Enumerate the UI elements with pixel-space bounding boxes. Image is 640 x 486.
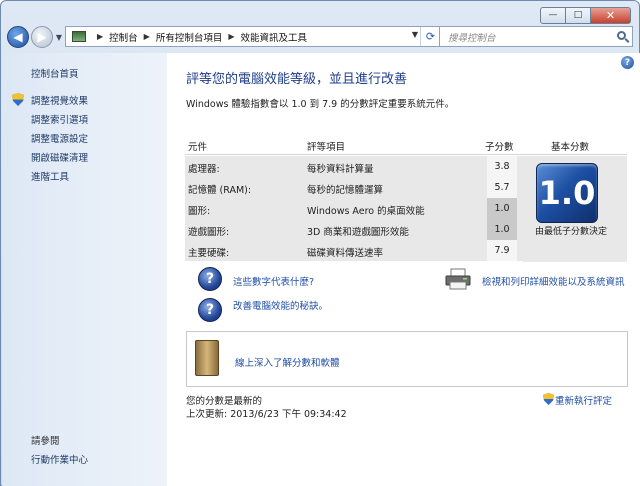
sidebar-item-advanced-tools[interactable]: 進階工具 (31, 169, 69, 183)
row-subscore: 3.8 (487, 156, 517, 177)
row-item: Windows Aero 的桌面效能 (307, 206, 425, 217)
what-numbers-mean-link[interactable]: 這些數字代表什麼? (233, 274, 314, 288)
breadcrumb-all-items[interactable]: 所有控制台項目 (156, 30, 223, 44)
address-bar[interactable]: ▶ 控制台 ▶ 所有控制台項目 ▶ 效能資訊及工具 ▼ ⟳ (65, 26, 441, 47)
row-item: 每秒資料計算量 (307, 164, 374, 175)
row-component: 主要硬碟: (188, 248, 230, 259)
learn-online-link[interactable]: 線上深入了解分數和軟體 (235, 355, 340, 369)
back-arrow-icon: ◀ (13, 30, 23, 44)
main-content: ? 評等您的電腦效能等級，並且進行改善 Windows 體驗指數會以 1.0 到… (167, 53, 640, 486)
sidebar-item-power[interactable]: 調整電源設定 (31, 131, 88, 145)
sidebar-action-center-link[interactable]: 行動作業中心 (31, 452, 88, 466)
improve-tips-link[interactable]: 改善電腦效能的秘訣。 (233, 298, 328, 312)
sidebar: 控制台首頁 調整視覺效果 調整索引選項 調整電源設定 開啟磁碟清理 進階工具 請… (2, 53, 167, 486)
breadcrumb-performance[interactable]: 效能資訊及工具 (241, 30, 308, 44)
question-icon: ? (198, 298, 222, 322)
see-also-heading: 請參閱 (31, 436, 60, 447)
row-component: 處理器: (188, 164, 220, 175)
chevron-right-icon[interactable]: ▶ (228, 32, 234, 41)
sidebar-home-link[interactable]: 控制台首頁 (31, 66, 79, 80)
forward-arrow-icon: ▶ (37, 30, 47, 44)
breadcrumb-control-panel[interactable]: 控制台 (109, 30, 138, 44)
question-icon: ? (198, 267, 222, 291)
row-subscore: 1.0 (487, 198, 517, 219)
search-input[interactable]: 搜尋控制台 (439, 26, 633, 47)
forward-button[interactable]: ▶ (31, 26, 53, 48)
software-box-icon (195, 340, 219, 376)
row-component: 遊戲圖形: (188, 227, 230, 238)
page-title: 評等您的電腦效能等級，並且進行改善 (186, 72, 408, 87)
row-component: 記憶體 (RAM): (188, 185, 252, 196)
header-item: 評等項目 (307, 142, 346, 153)
rerun-label: 重新執行評定 (555, 396, 613, 407)
refresh-icon: ⟳ (425, 30, 436, 43)
base-score-caption: 由最低子分數決定 (534, 227, 607, 237)
base-score-badge: 1.0 (536, 163, 598, 223)
address-dropdown-icon[interactable]: ▼ (412, 30, 418, 39)
refresh-button[interactable]: ⟳ (420, 27, 440, 46)
help-icon[interactable]: ? (621, 56, 634, 69)
navigation-bar: ◀ ▶ ▼ ▶ 控制台 ▶ 所有控制台項目 ▶ 效能資訊及工具 ▼ ⟳ 搜尋控制… (7, 24, 633, 50)
uac-shield-icon (543, 393, 554, 405)
back-button[interactable]: ◀ (7, 26, 29, 48)
row-subscore: 1.0 (487, 219, 517, 240)
uac-shield-icon (12, 93, 24, 106)
row-subscore: 7.9 (487, 240, 517, 261)
chevron-right-icon[interactable]: ▶ (144, 32, 150, 41)
rerun-assessment-link[interactable]: 重新執行評定 (543, 393, 613, 407)
close-button[interactable]: ✕ (591, 7, 631, 24)
printer-icon (445, 268, 471, 290)
table-header: 元件 評等項目 子分數 基本分數 (185, 133, 627, 155)
header-component: 元件 (188, 142, 208, 153)
online-info-panel: 線上深入了解分數和軟體 (186, 331, 628, 387)
sidebar-item-disk-cleanup[interactable]: 開啟磁碟清理 (31, 150, 88, 164)
print-details-link[interactable]: 檢視和列印詳細效能以及系統資訊 (482, 274, 625, 288)
window-frame: — □ ✕ ◀ ▶ ▼ ▶ 控制台 ▶ 所有控制台項目 ▶ 效能資訊及工具 ▼ … (0, 0, 640, 486)
chevron-right-icon[interactable]: ▶ (97, 32, 103, 41)
minimize-button[interactable]: — (540, 7, 566, 24)
search-icon[interactable] (617, 31, 626, 40)
sidebar-item-visual-effects[interactable]: 調整視覺效果 (31, 93, 88, 107)
row-component: 圖形: (188, 206, 211, 217)
last-update-time: 上次更新: 2013/6/23 下午 09:34:42 (186, 409, 347, 420)
search-placeholder: 搜尋控制台 (448, 32, 496, 44)
maximize-button[interactable]: □ (566, 7, 591, 24)
control-panel-icon (72, 31, 86, 42)
score-table: 元件 評等項目 子分數 基本分數 處理器: 每秒資料計算量 3.8 記憶體 (R… (185, 133, 627, 262)
score-status: 您的分數是最新的 (186, 396, 263, 407)
recent-pages-dropdown[interactable]: ▼ (53, 33, 65, 42)
row-item: 每秒的記憶體運算 (307, 185, 384, 196)
row-subscore: 5.7 (487, 177, 517, 198)
header-subscore: 子分數 (485, 142, 514, 153)
page-description: Windows 體驗指數會以 1.0 到 7.9 的分數評定重要系統元件。 (186, 99, 455, 110)
row-item: 磁碟資料傳送速率 (307, 248, 384, 259)
header-base-score: 基本分數 (551, 142, 590, 153)
caption-buttons: — □ ✕ (540, 7, 631, 24)
row-item: 3D 商業和遊戲圖形效能 (307, 227, 409, 238)
sidebar-item-indexing[interactable]: 調整索引選項 (31, 112, 88, 126)
